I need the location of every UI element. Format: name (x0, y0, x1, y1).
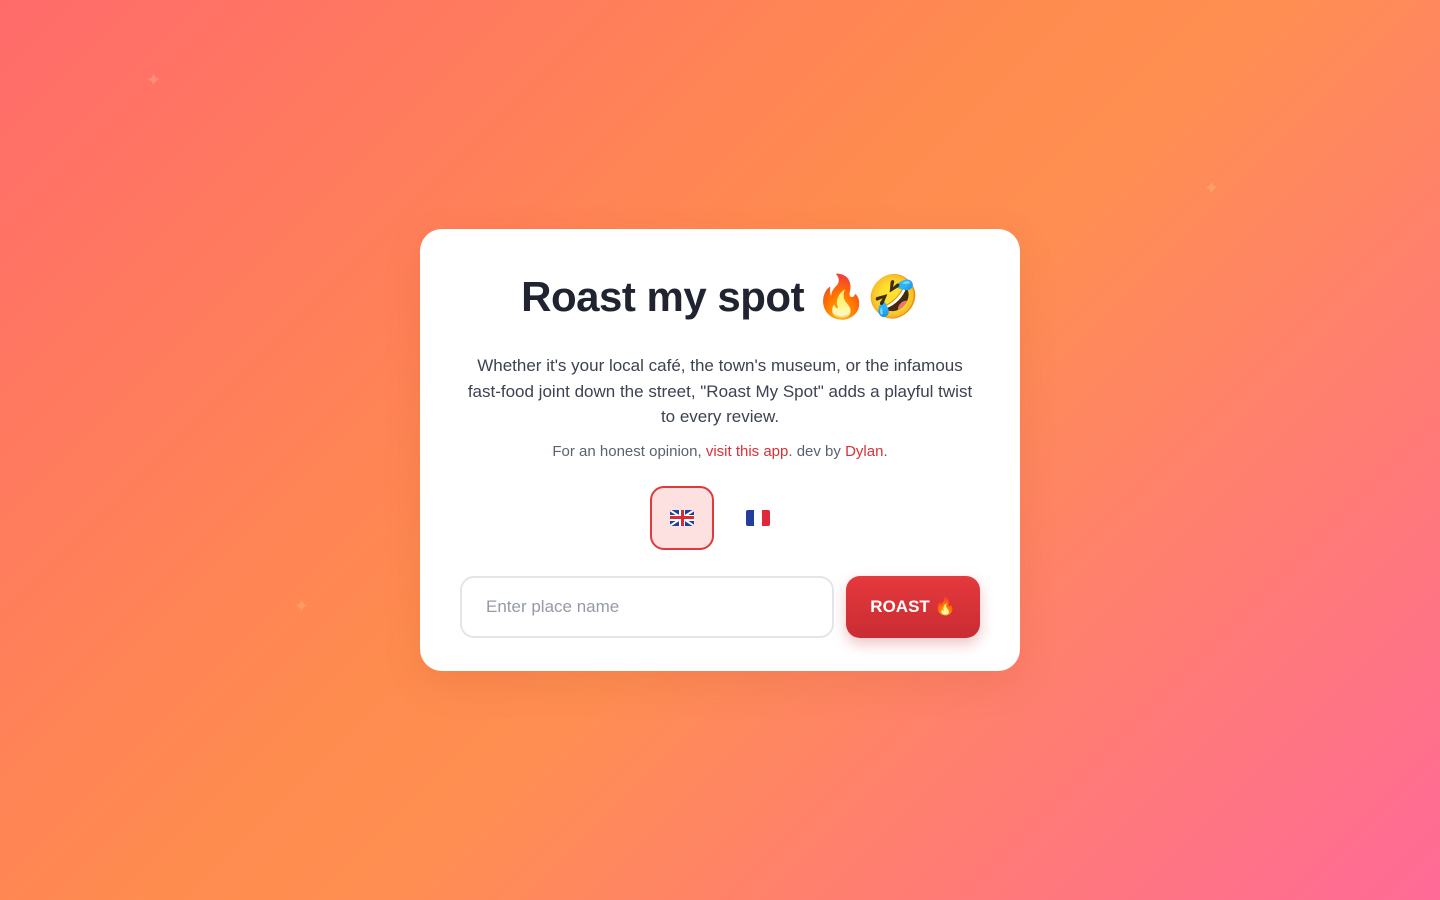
uk-flag-icon (670, 509, 694, 526)
credits-line: For an honest opinion, visit this app. d… (460, 442, 980, 462)
visit-app-link[interactable]: visit this app (706, 443, 789, 460)
credits-middle: . dev by (788, 442, 846, 460)
page-title: Roast my spot 🔥🤣 (521, 273, 919, 320)
background-sparkle-icon: ✦ (146, 70, 162, 90)
roast-form: ROAST 🔥 (460, 575, 980, 638)
author-link[interactable]: Dylan (845, 443, 883, 460)
language-french-button[interactable] (726, 486, 790, 550)
background-sparkle-icon: ✦ (294, 596, 310, 616)
roast-card: Roast my spot 🔥🤣 Whether it's your local… (420, 229, 1020, 671)
place-name-input[interactable] (460, 575, 834, 638)
france-flag-icon (746, 509, 770, 526)
credits-suffix: . (883, 442, 888, 460)
app-description: Whether it's your local café, the town's… (467, 356, 973, 426)
credits-prefix: For an honest opinion, (552, 442, 706, 460)
background-sparkle-icon: ✦ (1204, 178, 1220, 198)
roast-button[interactable]: ROAST 🔥 (846, 575, 980, 638)
language-english-button[interactable] (650, 485, 714, 550)
language-selector (460, 485, 980, 550)
